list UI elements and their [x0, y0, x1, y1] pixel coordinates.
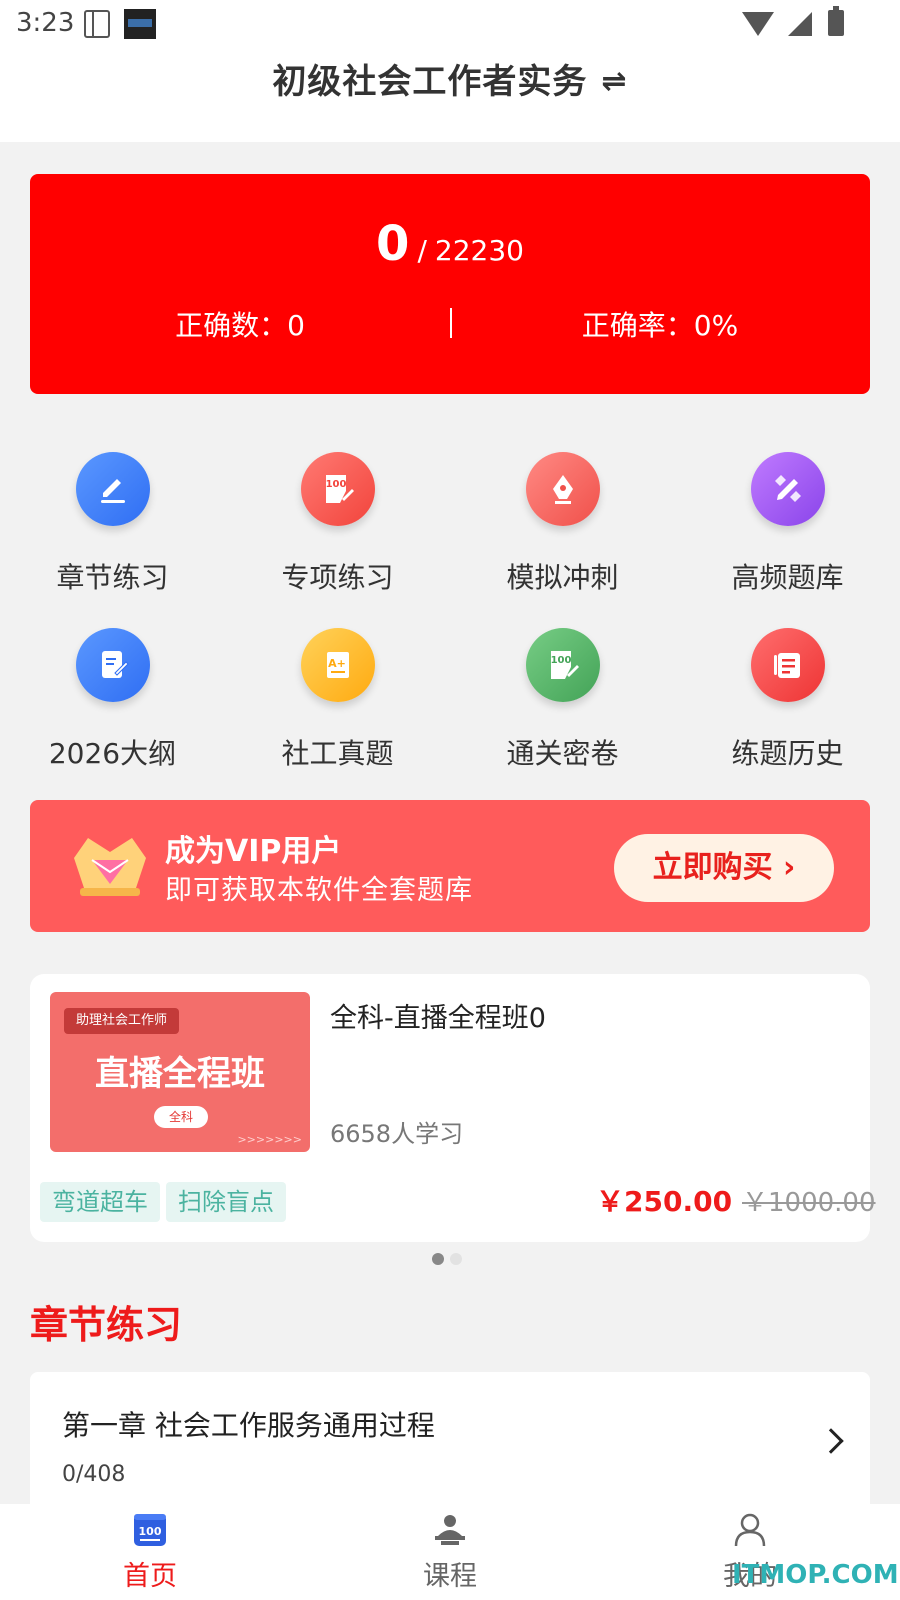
vip-subtitle: 即可获取本软件全套题库 — [165, 875, 473, 906]
subject-switcher[interactable]: 初级社会工作者实务 ⇌ — [0, 54, 900, 103]
answered-count: 0 — [376, 216, 410, 272]
carousel-dots — [432, 1250, 468, 1269]
cover-tag: 助理社会工作师 — [64, 1008, 180, 1034]
status-bar: 3:23 — [0, 0, 900, 48]
stats-row: 正确数：0 正确率：0% — [30, 304, 870, 344]
progress-separator: / — [417, 234, 427, 267]
feature-label: 专项练习 — [281, 561, 394, 594]
buy-now-button[interactable]: 立即购买 › — [614, 834, 834, 902]
profile-icon — [734, 1513, 766, 1547]
teacher-icon — [435, 1515, 465, 1545]
feature-label: 练题历史 — [731, 737, 844, 770]
feature-label: 2026大纲 — [48, 737, 177, 770]
document-edit-icon — [76, 628, 150, 702]
clock-widget-notification-icon — [124, 9, 156, 39]
chapter-title: 第一章 社会工作服务通用过程 — [62, 1409, 435, 1442]
feature-secret-papers[interactable]: 100 通关密卷 — [450, 628, 675, 798]
total-questions: 22230 — [434, 234, 524, 267]
history-list-icon — [751, 628, 825, 702]
svg-text:100: 100 — [139, 1525, 162, 1538]
vip-banner[interactable]: 成为VIP用户 即可获取本软件全套题库 立即购买 › — [30, 800, 870, 932]
chapter-progress: 0/408 — [62, 1462, 126, 1487]
diamond-crown-icon — [74, 838, 146, 896]
feature-label: 高频题库 — [731, 561, 844, 594]
cover-arrows: >>>>>>> — [237, 1133, 302, 1146]
status-time: 3:23 — [16, 8, 75, 38]
current-price: ￥250.00 — [596, 1185, 733, 1218]
nav-label: 首页 — [123, 1561, 177, 1592]
feature-mock-sprint[interactable]: 模拟冲刺 — [450, 452, 675, 622]
wifi-icon — [742, 12, 774, 36]
feature-label: 模拟冲刺 — [506, 561, 619, 594]
feature-high-frequency-bank[interactable]: 高频题库 — [675, 452, 900, 622]
carousel-dot[interactable] — [450, 1253, 462, 1265]
course-learners: 6658人学习 — [330, 1120, 464, 1148]
svg-text:100: 100 — [326, 479, 347, 490]
page-title: 初级社会工作者实务 — [272, 62, 588, 102]
battery-charging-icon — [828, 6, 844, 36]
course-tags: 弯道超车 扫除盲点 — [40, 1182, 292, 1222]
svg-text:A+: A+ — [328, 657, 346, 670]
home-100-icon: 100 — [134, 1514, 166, 1546]
exam-paper-icon: A+ — [301, 628, 375, 702]
cell-signal-icon — [788, 12, 812, 36]
chapter-list-item[interactable]: 第一章 社会工作服务通用过程 0/408 — [30, 1372, 870, 1512]
feature-label: 社工真题 — [281, 737, 394, 770]
app-header: 初级社会工作者实务 ⇌ — [0, 48, 900, 142]
nav-courses[interactable]: 课程 — [300, 1504, 600, 1600]
course-title: 全科-直播全程班0 — [330, 1003, 546, 1034]
correct-rate: 正确率：0% — [581, 309, 739, 342]
cover-subject: 全科 — [154, 1106, 208, 1128]
feature-practice-history[interactable]: 练题历史 — [675, 628, 900, 798]
feature-chapter-practice[interactable]: 章节练习 — [0, 452, 225, 622]
chevron-right-icon — [818, 1428, 844, 1454]
course-cover-image: 助理社会工作师 直播全程班 全科 >>>>>>> — [50, 992, 310, 1152]
pencil-badge-icon — [751, 452, 825, 526]
feature-special-practice[interactable]: 100 专项练习 — [225, 452, 450, 622]
nav-label: 课程 — [423, 1561, 477, 1592]
score-100-icon: 100 — [301, 452, 375, 526]
nav-home[interactable]: 100 首页 — [0, 1504, 300, 1600]
feature-label: 章节练习 — [56, 561, 169, 594]
cover-title: 直播全程班 — [95, 1054, 265, 1094]
score-100-paper-icon: 100 — [526, 628, 600, 702]
watermark: ITMOP.COM — [732, 1560, 899, 1590]
switch-icon[interactable]: ⇌ — [601, 64, 627, 99]
carousel-dot-active[interactable] — [432, 1253, 444, 1265]
course-tag: 弯道超车 — [40, 1182, 160, 1222]
progress-stats-card: 0/22230 正确数：0 正确率：0% — [30, 174, 870, 394]
course-card[interactable]: 助理社会工作师 直播全程班 全科 >>>>>>> 全科-直播全程班0 6658人… — [30, 974, 876, 1242]
pen-nib-icon — [526, 452, 600, 526]
answered-progress: 0/22230 — [30, 216, 870, 272]
svg-text:100: 100 — [551, 655, 572, 666]
chapter-edit-icon — [76, 452, 150, 526]
original-price: ￥1000.00 — [742, 1188, 876, 1218]
course-tag: 扫除盲点 — [166, 1182, 286, 1222]
section-title: 章节练习 — [30, 1303, 183, 1347]
notebook-notification-icon — [84, 10, 110, 38]
feature-label: 通关密卷 — [506, 737, 619, 770]
vip-title: 成为VIP用户 — [165, 834, 342, 869]
feature-2026-syllabus[interactable]: 2026大纲 — [0, 628, 225, 798]
feature-past-exams[interactable]: A+ 社工真题 — [225, 628, 450, 798]
correct-count: 正确数：0 — [175, 309, 305, 342]
